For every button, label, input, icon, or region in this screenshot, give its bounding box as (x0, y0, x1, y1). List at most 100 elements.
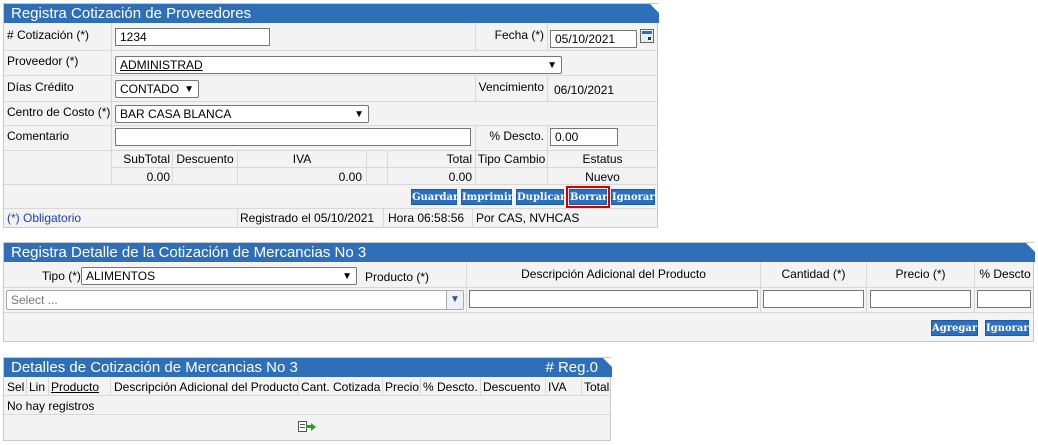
vencimiento-value: 06/10/2021 (554, 83, 615, 97)
table-header: Sel Lin Producto Descripción Adicional d… (4, 378, 610, 395)
col-divider (480, 378, 481, 395)
total-value: 0.00 (448, 170, 472, 184)
row-divider (111, 167, 657, 168)
numero-label: # Cotización (*) (7, 28, 90, 42)
estatus-header: Estatus (582, 152, 623, 166)
col-producto[interactable]: Producto (51, 380, 99, 394)
col-total[interactable]: Total (584, 380, 609, 394)
row-divider (4, 125, 657, 126)
col-divider (475, 125, 476, 150)
pct-descto-header: % Descto (979, 267, 1031, 281)
col-descripcion[interactable]: Descripción Adicional del Producto (114, 380, 299, 394)
subtotal-header: SubTotal (123, 152, 170, 166)
fecha-input[interactable]: 05/10/2021 (550, 30, 637, 48)
agregar-button[interactable]: Agregar (931, 320, 978, 336)
producto-select[interactable]: Select ... ▼ (6, 290, 464, 310)
col-sel[interactable]: Sel (7, 380, 24, 394)
chevron-down-icon: ▼ (354, 109, 364, 120)
pct-descto-input[interactable]: 0.00 (550, 128, 618, 146)
col-lin[interactable]: Lin (29, 380, 45, 394)
col-cant-cotizada[interactable]: Cant. Cotizada (301, 380, 380, 394)
detalle-panel: Registra Detalle de la Cotización de Mer… (3, 242, 1036, 342)
centro-costo-select[interactable]: BAR CASA BLANCA ▼ (115, 105, 369, 123)
col-divider (581, 378, 582, 395)
col-descuento[interactable]: Descuento (483, 380, 540, 394)
col-divider (237, 208, 238, 228)
dias-credito-select[interactable]: CONTADO ▼ (115, 80, 199, 98)
row-divider (4, 150, 657, 151)
col-divider (26, 378, 27, 395)
descuento-header: Descuento (176, 152, 234, 166)
estatus-value: Nuevo (585, 170, 620, 184)
row-divider (4, 208, 657, 209)
dias-credito-label: Días Crédito (7, 80, 74, 94)
chevron-down-icon: ▼ (342, 271, 352, 282)
col-divider (547, 23, 548, 50)
col-divider (48, 378, 49, 395)
cotizacion-panel: Registra Cotización de Proveedores # Cot… (3, 3, 660, 228)
chevron-down-icon: ▼ (184, 84, 194, 95)
chevron-down-icon: ▼ (446, 291, 463, 309)
cantidad-header: Cantidad (*) (781, 267, 846, 281)
dias-credito-value: CONTADO (120, 82, 180, 96)
hora-text: Hora 06:58:56 (388, 211, 465, 225)
lista-panel: Detalles de Cotización de Mercancias No … (3, 357, 613, 441)
title-corner (603, 358, 613, 368)
proveedor-select[interactable]: ADMINISTRAD ▼ (115, 56, 562, 74)
pct-descto-detalle-input[interactable] (977, 290, 1031, 308)
obligatorio-note: (*) Obligatorio (7, 211, 82, 225)
subtotal-value: 0.00 (146, 170, 170, 184)
row-divider (4, 395, 610, 396)
proveedor-value: ADMINISTRAD (120, 58, 203, 72)
borrar-button[interactable]: Borrar (566, 186, 610, 208)
imprimir-button[interactable]: Imprimir (461, 189, 513, 205)
tipo-cambio-header: Tipo Cambio (477, 152, 546, 166)
export-icon[interactable] (298, 420, 316, 434)
tipo-select[interactable]: ALIMENTOS ▼ (81, 267, 357, 285)
vencimiento-label: Vencimiento (478, 80, 544, 94)
row-divider (4, 414, 610, 415)
total-header: Total (446, 152, 472, 166)
detalle-title-bar: Registra Detalle de la Cotización de Mer… (4, 243, 1036, 262)
numero-input[interactable]: 1234 (115, 28, 270, 46)
row-divider (4, 312, 1033, 313)
col-precio[interactable]: Precio (385, 380, 419, 394)
cantidad-input[interactable] (763, 290, 864, 308)
col-iva[interactable]: IVA (548, 380, 566, 394)
iva-value: 0.00 (338, 170, 362, 184)
title-corner (1026, 243, 1036, 253)
col-pct-descto[interactable]: % Descto. (423, 380, 478, 394)
proveedor-label: Proveedor (*) (7, 54, 79, 68)
guardar-button[interactable]: Guardar (411, 189, 458, 205)
precio-input[interactable] (870, 290, 971, 308)
pct-descto-label: % Descto. (489, 129, 544, 143)
reg-count: # Reg.0 (545, 359, 598, 376)
precio-header: Precio (*) (895, 267, 946, 281)
ignorar-detalle-button[interactable]: Ignorar (985, 320, 1029, 336)
cotizacion-title-bar: Registra Cotización de Proveedores (4, 4, 660, 23)
lista-title-bar: Detalles de Cotización de Mercancias No … (4, 358, 613, 377)
descripcion-header: Descripción Adicional del Producto (521, 267, 706, 281)
descripcion-input[interactable] (469, 290, 758, 308)
producto-placeholder: Select ... (11, 293, 58, 307)
empty-message: No hay registros (7, 399, 95, 413)
col-divider (547, 125, 548, 150)
lista-title: Detalles de Cotización de Mercancias No … (11, 359, 298, 376)
centro-costo-label: Centro de Costo (*) (7, 105, 111, 119)
col-divider (545, 378, 546, 395)
row-divider (4, 50, 657, 51)
duplicar-button[interactable]: Duplicar (516, 189, 565, 205)
comentario-input[interactable] (115, 128, 471, 146)
ignorar-button[interactable]: Ignorar (611, 189, 655, 205)
producto-label: Producto (*) (365, 270, 430, 284)
col-divider (298, 378, 299, 395)
calendar-icon[interactable] (640, 29, 654, 43)
col-divider (475, 23, 476, 50)
col-divider (382, 378, 383, 395)
col-divider (547, 75, 548, 101)
comentario-label: Comentario (7, 129, 70, 143)
col-divider (110, 378, 111, 395)
title-corner (650, 4, 660, 14)
iva-header: IVA (292, 152, 312, 166)
registrado-text: Registrado el 05/10/2021 (240, 211, 375, 225)
